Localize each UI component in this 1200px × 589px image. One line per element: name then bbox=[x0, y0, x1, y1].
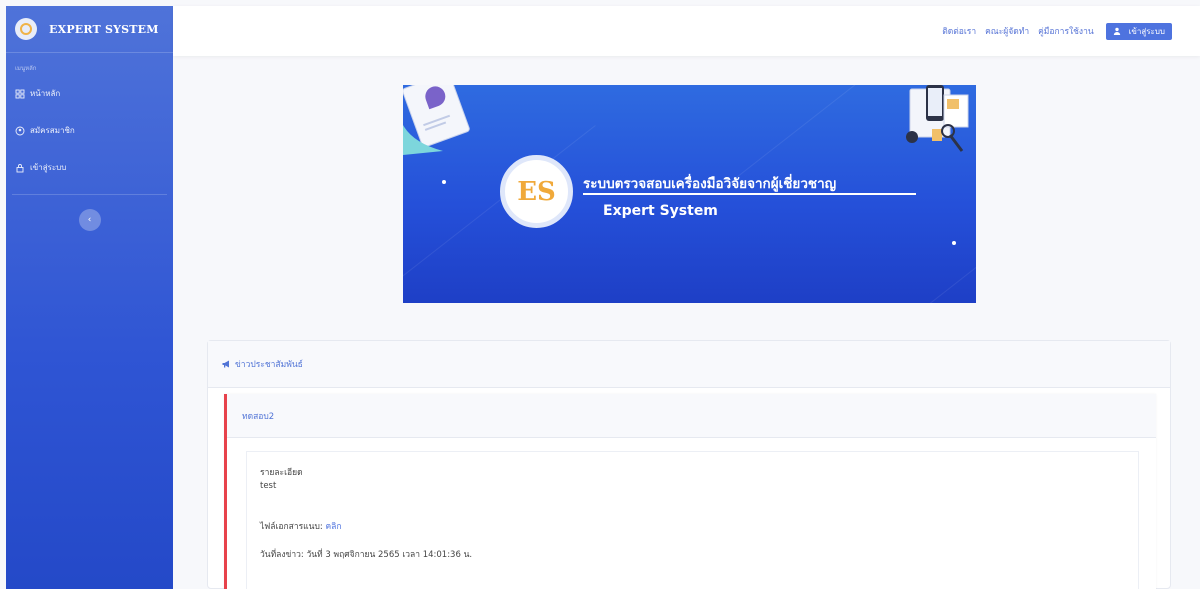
es-logo: ES bbox=[500, 155, 573, 228]
decor-dot bbox=[442, 180, 446, 184]
home-icon bbox=[15, 89, 25, 98]
sidebar-toggle-button[interactable]: ‹ bbox=[78, 209, 101, 231]
sidebar-item-home[interactable]: หน้าหลัก bbox=[6, 75, 173, 112]
sidebar-item-register[interactable]: สมัครสมาชิก bbox=[6, 112, 173, 149]
brand-logo-icon bbox=[15, 18, 37, 40]
sidebar: EXPERT SYSTEM เมนูหลัก หน้าหลัก สมัครสมา… bbox=[6, 6, 173, 589]
sidebar-item-label: สมัครสมาชิก bbox=[30, 126, 75, 135]
posted-date: วันที่ลงข่าว: วันที่ 3 พฤศจิกายน 2565 เว… bbox=[260, 550, 473, 560]
detail-value: test bbox=[260, 481, 277, 491]
manual-link[interactable]: คู่มือการใช้งาน bbox=[1038, 24, 1094, 38]
es-logo-text: ES bbox=[517, 176, 556, 207]
attachment-link[interactable]: คลิก bbox=[325, 522, 341, 532]
detail-label: รายละเอียด bbox=[260, 468, 303, 478]
news-item-body: รายละเอียด test ไฟล์เอกสารแนบ: คลิก วันท… bbox=[246, 451, 1139, 589]
brand[interactable]: EXPERT SYSTEM bbox=[6, 6, 173, 53]
attachment-label: ไฟล์เอกสารแนบ: bbox=[260, 522, 323, 532]
user-icon bbox=[1113, 27, 1120, 35]
login-button[interactable]: เข้าสู่ระบบ bbox=[1105, 22, 1172, 40]
topbar: ติดต่อเรา คณะผู้จัดทำ คู่มือการใช้งาน เข… bbox=[173, 6, 1200, 56]
news-item: ทดสอบ2 รายละเอียด test ไฟล์เอกสารแนบ: คล… bbox=[224, 394, 1156, 589]
login-icon bbox=[16, 163, 24, 172]
news-item-title[interactable]: ทดสอบ2 bbox=[227, 394, 1156, 438]
chevron-left-icon: ‹ bbox=[87, 215, 92, 225]
sidebar-item-label: เข้าสู่ระบบ bbox=[30, 163, 67, 172]
news-card: ข่าวประชาสัมพันธ์ ทดสอบ2 รายละเอียด test… bbox=[207, 340, 1171, 589]
sidebar-divider bbox=[12, 194, 167, 195]
team-link[interactable]: คณะผู้จัดทำ bbox=[985, 24, 1029, 38]
user-plus-icon bbox=[15, 126, 25, 135]
brand-title: EXPERT SYSTEM bbox=[49, 22, 159, 36]
banner-subtitle: Expert System bbox=[603, 203, 718, 219]
megaphone-icon bbox=[222, 360, 229, 368]
decor-dot bbox=[952, 241, 956, 245]
desk-documents-icon bbox=[906, 85, 969, 152]
sidebar-item-login[interactable]: เข้าสู่ระบบ bbox=[6, 149, 173, 186]
banner-underline bbox=[583, 193, 916, 195]
banner-title: ระบบตรวจสอบเครื่องมือวิจัยจากผู้เชี่ยวชา… bbox=[583, 176, 837, 192]
sidebar-item-label: หน้าหลัก bbox=[30, 89, 61, 98]
hero-banner: ES ระบบตรวจสอบเครื่องมือวิจัยจากผู้เชี่ย… bbox=[403, 85, 976, 303]
attachment-row: ไฟล์เอกสารแนบ: คลิก bbox=[260, 519, 1125, 533]
login-button-label: เข้าสู่ระบบ bbox=[1128, 26, 1165, 36]
sidebar-heading: เมนูหลัก bbox=[15, 65, 37, 72]
document-chart-icon bbox=[403, 85, 470, 155]
news-header-title: ข่าวประชาสัมพันธ์ bbox=[235, 360, 303, 370]
news-card-header: ข่าวประชาสัมพันธ์ bbox=[208, 341, 1170, 388]
contact-link[interactable]: ติดต่อเรา bbox=[942, 24, 976, 38]
